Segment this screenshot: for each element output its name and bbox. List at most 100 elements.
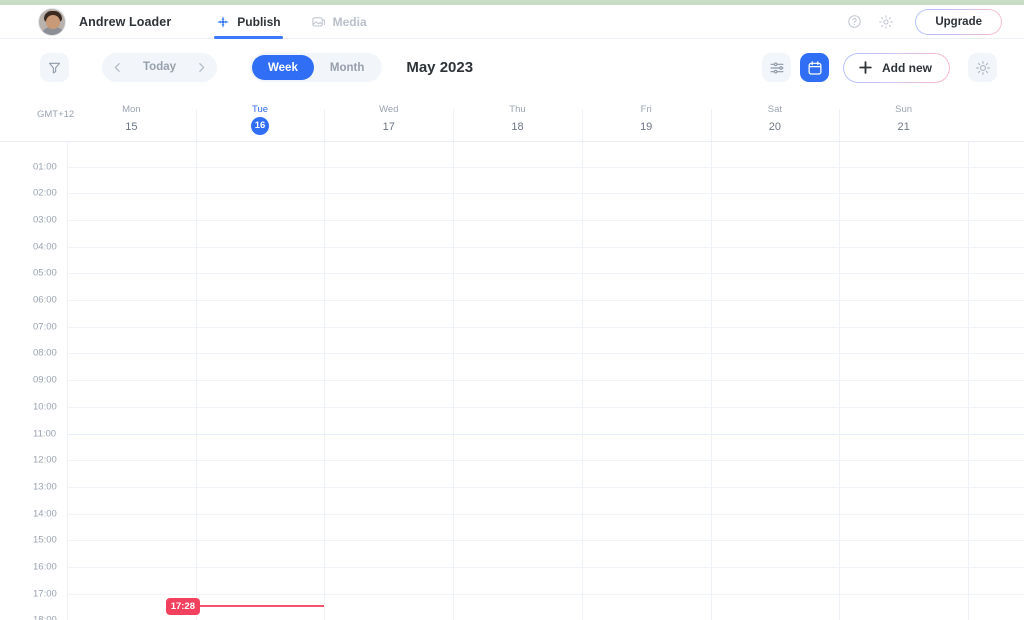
hour-label: 04:00 — [33, 241, 57, 253]
calendar-grid[interactable]: 01:00 02:00 03:00 04:00 05:00 06:00 07:00 08:00… — [0, 142, 1024, 620]
app-header: Andrew Loader Publish Media Upgrade — [0, 5, 1024, 39]
tab-publish[interactable]: Publish — [214, 5, 283, 39]
calendar-app: Andrew Loader Publish Media Upgrade Toda… — [0, 0, 1024, 620]
hour-gridline — [67, 486, 1024, 488]
hour-label: 16:00 — [33, 561, 57, 573]
hour-gridline — [67, 567, 1024, 568]
day-header-fri[interactable]: Fri 19 — [582, 95, 711, 142]
media-image-icon — [311, 14, 326, 29]
upgrade-button[interactable]: Upgrade — [915, 8, 1002, 35]
day-number: 18 — [511, 121, 524, 133]
hour-gridline — [67, 273, 1024, 275]
day-header-mon[interactable]: Mon 15 — [67, 95, 196, 142]
grid-column-separator — [581, 142, 583, 620]
hour-label: 06:00 — [33, 294, 57, 306]
day-number-today: 16 — [251, 117, 270, 135]
day-name: Mon — [122, 104, 141, 115]
hour-gridline — [67, 326, 1024, 328]
day-header-row: GMT+12 Mon 15 Tue 16 Wed 17 Thu 18 Fri 19 Sat 20 Sun… — [0, 95, 1024, 142]
hour-label: 05:00 — [33, 267, 57, 279]
day-header-separator — [710, 109, 712, 141]
hour-gridline — [67, 433, 1024, 435]
plus-icon — [857, 59, 874, 76]
prev-period-button[interactable] — [104, 54, 131, 81]
calendar-icon[interactable] — [800, 53, 829, 82]
day-name: Tue — [252, 104, 269, 115]
grid-column-separator — [968, 142, 969, 620]
tab-publish-label: Publish — [237, 14, 281, 29]
day-number: 21 — [897, 121, 910, 133]
hour-gridline — [67, 166, 1024, 168]
filter-funnel-icon[interactable] — [40, 53, 69, 82]
hour-label: 07:00 — [33, 321, 57, 333]
grid-column-separator — [67, 142, 68, 620]
date-nav-group: Today — [102, 53, 218, 82]
grid-column-separator — [195, 142, 197, 620]
day-header-tue[interactable]: Tue 16 — [196, 95, 325, 142]
day-header-separator — [195, 109, 197, 141]
hour-label: 17:00 — [33, 588, 57, 600]
day-name: Fri — [640, 104, 652, 115]
publish-star-icon — [216, 15, 230, 29]
hour-gridline — [67, 353, 1024, 355]
sun-brightness-icon[interactable] — [968, 53, 997, 82]
hour-label: 11:00 — [33, 428, 57, 439]
day-header-wed[interactable]: Wed 17 — [324, 95, 453, 142]
grid-column-separator — [839, 142, 841, 620]
grid-column-separator — [453, 142, 455, 620]
day-name: Wed — [379, 104, 399, 115]
hour-gridline — [67, 406, 1024, 408]
hour-gridline — [67, 193, 1024, 195]
day-header-thu[interactable]: Thu 18 — [453, 95, 582, 142]
day-number: 17 — [382, 121, 395, 133]
page-title: May 2023 — [406, 59, 474, 76]
day-header-sun[interactable]: Sun 21 — [839, 95, 968, 142]
help-circle-icon[interactable] — [843, 11, 865, 33]
next-period-button[interactable] — [188, 54, 215, 81]
avatar[interactable] — [38, 7, 66, 36]
day-number: 19 — [640, 121, 653, 133]
hour-gridline — [67, 593, 1024, 595]
hour-label: 15:00 — [33, 534, 57, 546]
day-header-separator — [581, 109, 583, 141]
header-actions: Upgrade — [843, 8, 1002, 35]
day-header-separator — [324, 109, 326, 141]
hour-gridline — [67, 246, 1024, 248]
gear-icon[interactable] — [875, 11, 897, 33]
add-new-label: Add new — [882, 60, 932, 75]
hour-label: 09:00 — [33, 374, 57, 386]
day-name: Thu — [509, 104, 526, 115]
today-button[interactable]: Today — [131, 53, 188, 82]
view-toggle-month[interactable]: Month — [314, 55, 380, 80]
upgrade-button-label: Upgrade — [935, 15, 982, 28]
day-name: Sun — [895, 104, 913, 115]
add-new-button[interactable]: Add new — [843, 52, 950, 83]
hour-label: 01:00 — [33, 161, 57, 172]
list-settings-icon[interactable] — [762, 53, 791, 82]
current-time-badge: 17:28 — [165, 597, 201, 615]
hour-gridline — [67, 219, 1024, 221]
hour-gridline — [67, 460, 1024, 462]
hour-gridline — [67, 380, 1024, 382]
hour-label: 02:00 — [33, 187, 57, 199]
grid-column-separator — [710, 142, 712, 620]
tab-media[interactable]: Media — [309, 5, 369, 39]
hour-label: 08:00 — [33, 347, 57, 359]
hour-label: 03:00 — [33, 214, 57, 226]
day-number: 15 — [125, 121, 138, 133]
day-header-separator — [839, 109, 841, 141]
hour-gridline — [67, 540, 1024, 542]
day-name: Sat — [767, 104, 783, 115]
day-header-sat[interactable]: Sat 20 — [711, 95, 840, 142]
hour-gridline — [67, 300, 1024, 301]
grid-column-separator — [324, 142, 326, 620]
hour-label: 14:00 — [33, 508, 57, 520]
view-toggle-group: Week Month — [250, 53, 383, 82]
tab-media-label: Media — [332, 14, 367, 29]
hour-label: 18:00 — [33, 615, 57, 620]
calendar-toolbar: Today Week Month May 2023 Add new — [0, 40, 1024, 95]
hour-label: 13:00 — [33, 481, 57, 493]
hour-label: 10:00 — [33, 401, 57, 413]
view-toggle-week[interactable]: Week — [252, 55, 314, 80]
hour-gridline — [67, 513, 1024, 515]
